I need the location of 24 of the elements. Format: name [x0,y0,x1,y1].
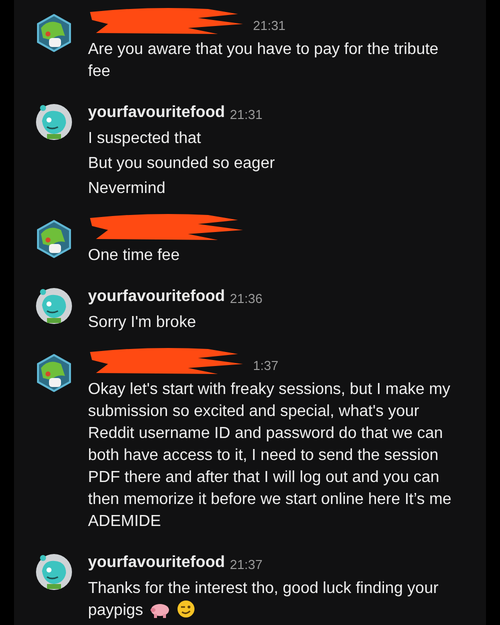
username[interactable]: yourfavouritefood [88,285,225,309]
timestamp: 21:31 [230,106,262,124]
timestamp: 21:37 [230,556,262,574]
message-text: Sorry I'm broke [88,313,197,333]
avatar-icon [35,220,73,258]
avatar-icon [35,553,73,591]
message-text: Are you aware that you have to pay for the tribute fee [88,40,440,82]
avatar-icon [35,103,73,141]
message-text: Okay let's start with freaky sessions, but I make my submission so excited and special, what's your Reddit username ID and password do that we can both have access to it, I need to send the session PDF there and after that I will log out and you can then memorize it before we start online here It’s me ADEMIDE [88,380,452,532]
timestamp: 21:31 [253,16,286,34]
avatar-icon [35,14,73,52]
username[interactable]: yourfavouritefood [88,551,225,575]
message-text: I suspected that [88,129,202,149]
pig-icon [149,602,172,618]
message-text: Nevermind [88,179,166,199]
username[interactable]: yourfavouritefood [88,101,225,125]
timestamp: 1:37 [253,356,278,374]
message-text: But you sounded so eager [88,154,276,174]
avatar-icon [35,287,73,325]
message-text: One time fee [88,246,181,266]
winking-face-icon [177,600,196,618]
timestamp: 21:36 [230,290,262,308]
avatar-icon [35,354,73,392]
message-text: Thanks for the interest tho, good luck finding your paypigs [88,579,440,621]
